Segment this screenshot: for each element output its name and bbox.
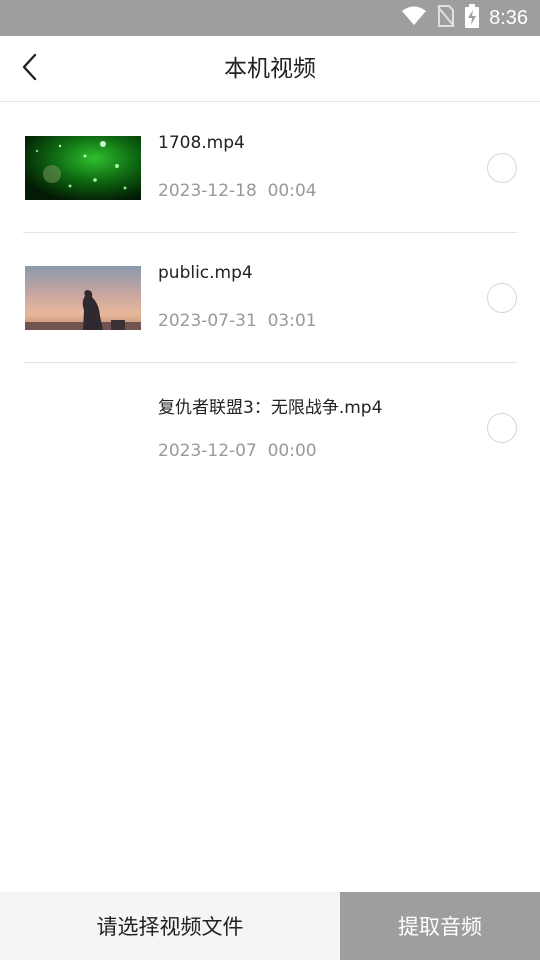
video-meta: 2023-07-31 03:01 — [158, 311, 317, 331]
video-list: 1708.mp4 2023-12-18 00:04 public.mp4 202… — [0, 103, 540, 493]
video-item[interactable]: public.mp4 2023-07-31 03:01 — [23, 233, 517, 363]
select-radio[interactable] — [487, 413, 517, 443]
video-thumbnail — [25, 266, 141, 330]
video-duration: 00:00 — [267, 441, 317, 461]
page-title: 本机视频 — [224, 56, 316, 82]
wifi-icon — [401, 6, 427, 30]
select-radio[interactable] — [487, 283, 517, 313]
video-item[interactable]: 1708.mp4 2023-12-18 00:04 — [23, 103, 517, 233]
video-meta: 2023-12-18 00:04 — [158, 181, 317, 201]
video-meta: 2023-12-07 00:00 — [158, 441, 317, 461]
status-time: 8:36 — [489, 6, 528, 29]
video-duration: 00:04 — [267, 181, 317, 201]
title-bar: 本机视频 — [0, 36, 540, 102]
bottom-bar: 请选择视频文件 提取音频 — [0, 892, 540, 960]
select-video-hint: 请选择视频文件 — [0, 892, 340, 960]
video-date: 2023-07-31 — [158, 311, 257, 331]
video-duration: 03:01 — [267, 311, 317, 331]
status-bar: 8:36 — [0, 0, 540, 36]
video-name: public.mp4 — [158, 263, 253, 283]
video-name: 复仇者联盟3：无限战争.mp4 — [158, 398, 383, 418]
video-date: 2023-12-07 — [158, 441, 257, 461]
video-thumbnail — [25, 136, 141, 200]
video-thumbnail — [25, 396, 141, 460]
video-date: 2023-12-18 — [158, 181, 257, 201]
video-item[interactable]: 复仇者联盟3：无限战争.mp4 2023-12-07 00:00 — [23, 363, 517, 493]
video-name: 1708.mp4 — [158, 133, 245, 153]
select-radio[interactable] — [487, 153, 517, 183]
no-sim-icon — [437, 5, 455, 31]
extract-audio-button[interactable]: 提取音频 — [340, 892, 540, 960]
battery-charging-icon — [465, 4, 480, 32]
status-icons: 8:36 — [401, 0, 528, 36]
